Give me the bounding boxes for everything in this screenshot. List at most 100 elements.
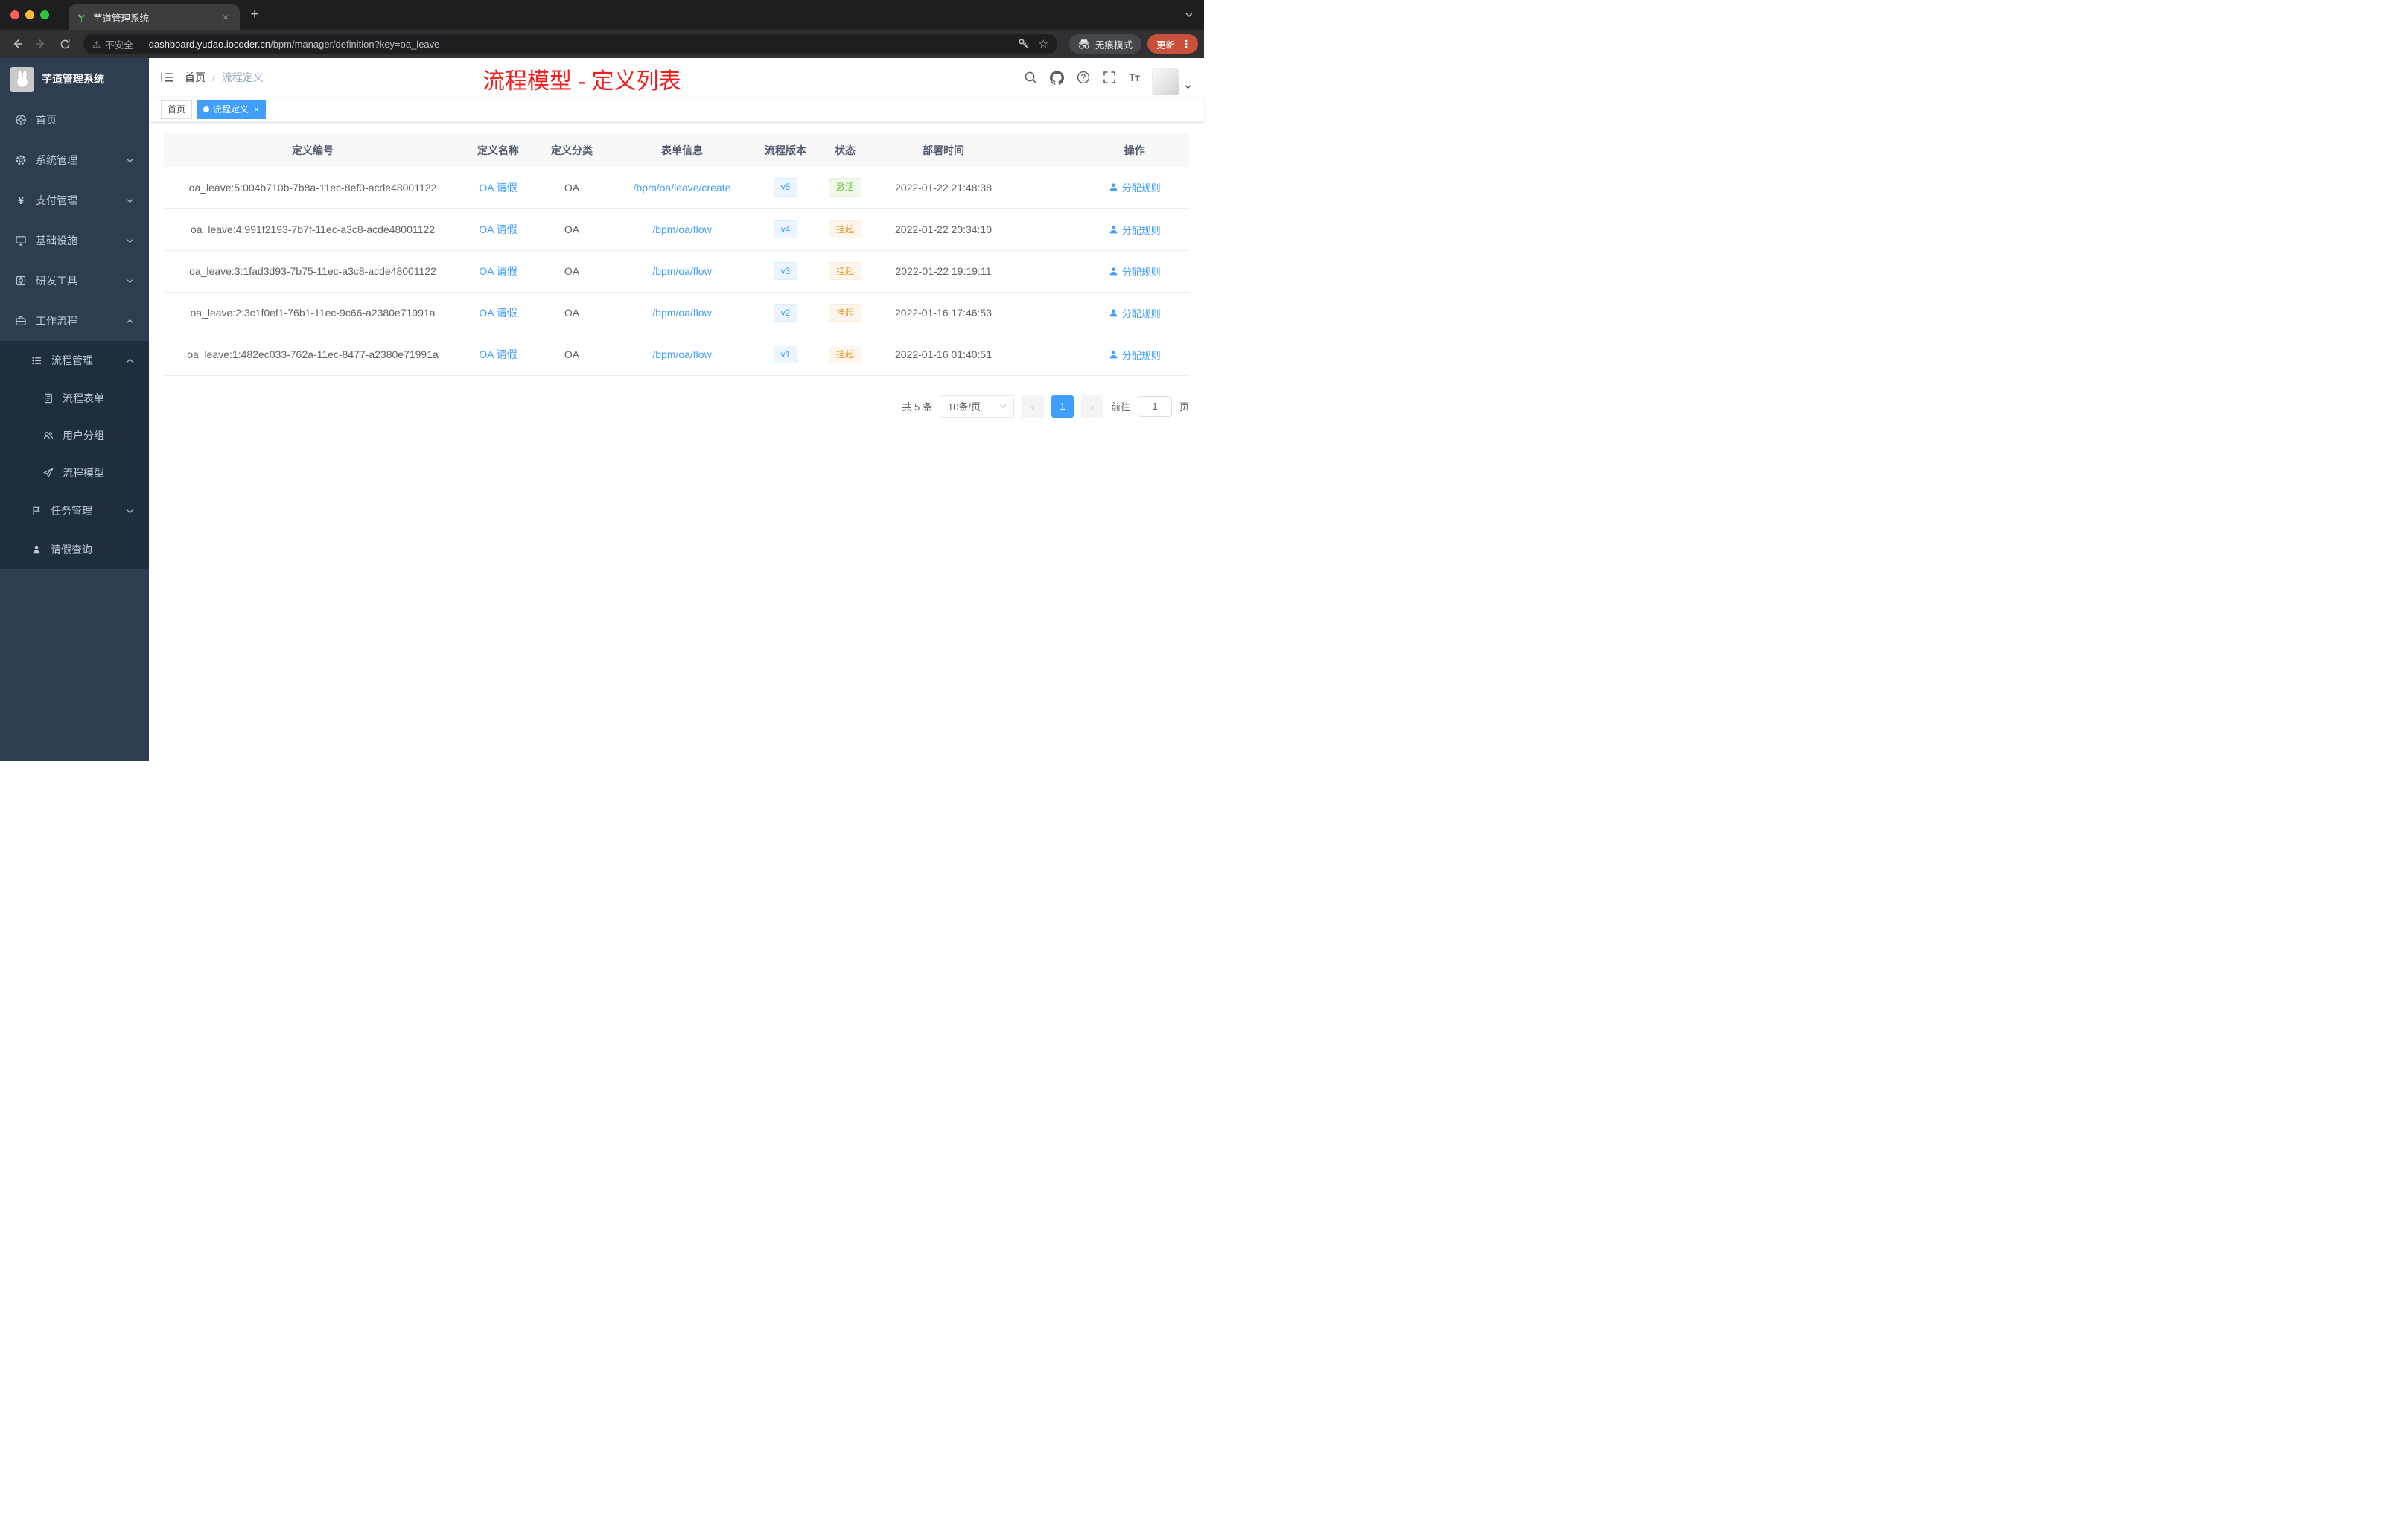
- sidebar-item-workflow[interactable]: 工作流程: [0, 301, 149, 341]
- sidebar-item-user-group[interactable]: 用户分组: [0, 417, 149, 454]
- app-title: 芋道管理系统: [42, 73, 104, 85]
- table-row: oa_leave:2:3c1f0ef1-76b1-11ec-9c66-a2380…: [164, 292, 1189, 334]
- update-button[interactable]: 更新 ⋮: [1147, 34, 1198, 54]
- security-indicator[interactable]: ⚠ 不安全: [92, 37, 133, 51]
- forward-button[interactable]: [30, 33, 52, 55]
- definition-name-link[interactable]: OA 请假: [479, 223, 517, 235]
- tag-close-icon[interactable]: ×: [254, 104, 259, 115]
- sidebar-item-payment[interactable]: ¥ 支付管理: [0, 180, 149, 220]
- tag-process-definition[interactable]: 流程定义 ×: [197, 99, 267, 119]
- form-link[interactable]: /bpm/oa/flow: [652, 223, 711, 235]
- user-menu[interactable]: [1152, 60, 1192, 95]
- cell-category: OA: [535, 208, 609, 251]
- new-tab-button[interactable]: +: [244, 4, 265, 25]
- sidebar-item-process-form[interactable]: 流程表单: [0, 380, 149, 417]
- update-label: 更新: [1156, 39, 1175, 51]
- bookmark-star-icon[interactable]: ☆: [1039, 37, 1048, 51]
- breadcrumb-home[interactable]: 首页: [185, 70, 206, 85]
- definition-name-link[interactable]: OA 请假: [479, 307, 517, 319]
- sidebar-item-label: 基础设施: [36, 235, 77, 246]
- tab-close-icon[interactable]: ×: [219, 10, 232, 24]
- reload-button[interactable]: [54, 33, 76, 55]
- url-text: dashboard.yudao.iocoder.cn/bpm/manager/d…: [149, 39, 440, 50]
- assign-rule-link[interactable]: 分配规则: [1109, 180, 1161, 194]
- form-link[interactable]: /bpm/oa/flow: [652, 348, 711, 360]
- monitor-icon: [15, 235, 27, 246]
- breadcrumb-current: 流程定义: [221, 71, 264, 83]
- table-row: oa_leave:3:1fad3d93-7b75-11ec-a3c8-acde4…: [164, 250, 1189, 293]
- sidebar-item-dev-tools[interactable]: 研发工具: [0, 261, 149, 301]
- font-size-icon[interactable]: TT: [1129, 71, 1140, 84]
- assign-rule-link[interactable]: 分配规则: [1109, 306, 1161, 320]
- assign-rule-label: 分配规则: [1121, 182, 1161, 194]
- cell-deploy-time: 2022-01-16 01:40:51: [874, 334, 1013, 376]
- definition-name-link[interactable]: OA 请假: [479, 182, 517, 194]
- github-icon[interactable]: [1050, 70, 1065, 85]
- gear-icon: [15, 154, 27, 166]
- form-link[interactable]: /bpm/oa/flow: [652, 265, 711, 277]
- assign-rule-link[interactable]: 分配规则: [1109, 264, 1161, 278]
- cell-definition-id: oa_leave:3:1fad3d93-7b75-11ec-a3c8-acde4…: [164, 250, 462, 293]
- tags-view-bar: 首页 流程定义 ×: [149, 97, 1204, 122]
- chevron-down-icon: [1184, 83, 1192, 91]
- url-bar[interactable]: ⚠ 不安全 dashboard.yudao.iocoder.cn/bpm/man…: [83, 34, 1057, 54]
- password-key-icon[interactable]: [1018, 38, 1030, 50]
- sidebar-item-label: 工作流程: [36, 315, 77, 327]
- prev-page-button[interactable]: ‹: [1021, 395, 1044, 418]
- fullscreen-icon[interactable]: [1103, 71, 1116, 84]
- sidebar-item-process-mgmt[interactable]: 流程管理: [0, 341, 149, 380]
- sidebar-item-task-mgmt[interactable]: 任务管理: [0, 491, 149, 530]
- traffic-lights: [0, 10, 60, 19]
- assign-rule-link[interactable]: 分配规则: [1109, 348, 1161, 362]
- version-badge: v2: [773, 303, 798, 322]
- warning-icon: ⚠: [92, 39, 101, 50]
- minimize-window-button[interactable]: [25, 10, 34, 19]
- sidebar-item-home[interactable]: 首页: [0, 100, 149, 140]
- sidebar-logo[interactable]: 芋道管理系统: [0, 58, 149, 100]
- pagination-total: 共 5 条: [902, 401, 932, 413]
- definition-name-link[interactable]: OA 请假: [479, 348, 517, 360]
- sidebar-item-system[interactable]: 系统管理: [0, 140, 149, 180]
- chevron-down-icon: [126, 277, 134, 285]
- close-window-button[interactable]: [10, 10, 19, 19]
- cell-category: OA: [535, 250, 609, 293]
- hamburger-icon[interactable]: [161, 71, 174, 83]
- current-page-button[interactable]: 1: [1051, 395, 1074, 418]
- cell-definition-id: oa_leave:1:482ec033-762a-11ec-8477-a2380…: [164, 334, 462, 376]
- definition-name-link[interactable]: OA 请假: [479, 265, 517, 277]
- cell-definition-id: oa_leave:4:991f2193-7b7f-11ec-a3c8-acde4…: [164, 208, 462, 251]
- goto-suffix: 页: [1179, 401, 1189, 413]
- next-page-button[interactable]: ›: [1080, 395, 1103, 418]
- help-icon[interactable]: [1077, 71, 1090, 84]
- sidebar-item-infrastructure[interactable]: 基础设施: [0, 220, 149, 261]
- tag-home[interactable]: 首页: [161, 99, 193, 119]
- page-size-select[interactable]: 10条/页: [939, 395, 1014, 418]
- search-icon[interactable]: [1024, 71, 1037, 84]
- zoom-window-button[interactable]: [40, 10, 49, 19]
- back-button[interactable]: [6, 33, 28, 55]
- sidebar-item-process-model[interactable]: 流程模型: [0, 454, 149, 491]
- avatar[interactable]: [1152, 67, 1179, 95]
- form-link[interactable]: /bpm/oa/flow: [652, 307, 711, 319]
- yen-icon: ¥: [17, 194, 25, 207]
- col-definition-name: 定义名称: [462, 134, 535, 167]
- sidebar-item-leave-query[interactable]: 请假查询: [0, 530, 149, 569]
- chevron-down-icon: [999, 402, 1007, 410]
- tag-label: 流程定义: [213, 104, 249, 115]
- dashboard-icon: [15, 114, 27, 126]
- goto-page-input[interactable]: [1137, 395, 1172, 417]
- chevron-down-icon: [126, 507, 134, 515]
- toolbox-icon: [15, 275, 27, 287]
- browser-tab[interactable]: 芋道管理系统 ×: [69, 4, 240, 30]
- table-header-row: 定义编号 定义名称 定义分类 表单信息 流程版本 状态 部署时间 操作: [164, 134, 1189, 167]
- sidebar-item-label: 支付管理: [36, 194, 77, 206]
- browser-menu-kebab-icon[interactable]: ⋮: [1181, 38, 1191, 51]
- list-icon: [31, 355, 42, 366]
- sidebar-item-label: 首页: [36, 114, 57, 126]
- tab-search-chevron-icon[interactable]: [1185, 10, 1194, 19]
- url-path: /bpm/manager/definition?key=oa_leave: [270, 38, 440, 50]
- form-link[interactable]: /bpm/oa/leave/create: [634, 182, 731, 194]
- logo-avatar: [10, 66, 34, 92]
- col-deploy-time: 部署时间: [874, 134, 1013, 167]
- assign-rule-link[interactable]: 分配规则: [1109, 223, 1161, 237]
